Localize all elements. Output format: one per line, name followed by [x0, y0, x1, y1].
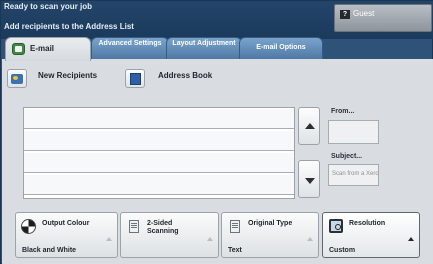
tab-email[interactable]: E-mail	[5, 37, 91, 61]
guest-login-button[interactable]: ? Guest	[334, 4, 432, 32]
from-label: From...	[331, 108, 355, 115]
list-item[interactable]	[24, 131, 294, 151]
tab-email-options[interactable]: E-mail Options	[239, 37, 323, 59]
output-colour-icon	[21, 219, 36, 234]
tab-layout-adjustment[interactable]: Layout Adjustment	[166, 37, 242, 59]
tab-advanced-settings[interactable]: Advanced Settings	[91, 37, 169, 59]
address-book-button[interactable]	[125, 69, 145, 88]
original-type-title: Original Type	[248, 220, 293, 227]
address-book-icon	[130, 73, 141, 85]
recipients-list	[23, 107, 295, 199]
email-icon	[12, 43, 25, 55]
tab-email-label: E-mail	[30, 44, 55, 53]
email-screen: Ready to scan your job Add recipients to…	[0, 0, 433, 264]
chevron-up-icon	[106, 237, 112, 241]
new-recipients-button[interactable]	[7, 69, 27, 88]
tab-layout-adjustment-label: Layout Adjustment	[172, 40, 236, 47]
status-message: Ready to scan your job	[4, 2, 93, 11]
resolution-title: Resolution	[349, 220, 386, 227]
tab-bar: E-mail Advanced Settings Layout Adjustme…	[1, 37, 433, 91]
from-field[interactable]	[328, 120, 379, 144]
list-item[interactable]	[24, 153, 294, 173]
arrow-down-icon	[305, 178, 315, 184]
new-recipients-label[interactable]: New Recipients	[38, 71, 97, 80]
output-colour-button[interactable]: Output Colour Black and White	[15, 212, 118, 258]
original-type-value: Text	[228, 247, 242, 254]
arrow-up-icon	[305, 123, 315, 129]
list-item[interactable]	[24, 109, 294, 129]
instruction-message: Add recipients to the Address List	[4, 22, 134, 31]
feature-bar: Output Colour Black and White 2-Sided Sc…	[15, 212, 420, 258]
tab-email-options-label: E-mail Options	[256, 44, 306, 51]
status-bar: Ready to scan your job Add recipients to…	[1, 1, 433, 39]
chevron-up-icon	[408, 237, 414, 241]
two-sided-scanning-button[interactable]: 2-Sided Scanning	[120, 212, 219, 258]
list-item[interactable]	[24, 175, 294, 195]
resolution-button[interactable]: Resolution Custom	[322, 212, 420, 258]
original-type-button[interactable]: Original Type Text	[221, 212, 319, 258]
scroll-down-button[interactable]	[298, 160, 320, 198]
subject-field[interactable]: Scan from a Xerox...	[328, 164, 379, 186]
address-book-label[interactable]: Address Book	[158, 71, 212, 80]
scroll-up-button[interactable]	[298, 107, 320, 145]
guest-user-icon: ?	[340, 10, 350, 19]
output-colour-value: Black and White	[22, 247, 77, 254]
subject-label: Subject...	[331, 153, 363, 160]
output-colour-title: Output Colour	[42, 220, 90, 227]
two-sided-scanning-title: 2-Sided Scanning	[147, 220, 179, 235]
resolution-value: Custom	[329, 247, 356, 254]
guest-label: Guest	[353, 9, 375, 18]
chevron-up-icon	[207, 237, 213, 241]
resolution-icon	[329, 219, 343, 233]
two-sided-icon	[129, 220, 139, 233]
original-type-icon	[230, 220, 240, 233]
chevron-up-icon	[307, 237, 313, 241]
new-recipient-icon	[11, 74, 23, 84]
tab-advanced-settings-label: Advanced Settings	[98, 40, 162, 47]
